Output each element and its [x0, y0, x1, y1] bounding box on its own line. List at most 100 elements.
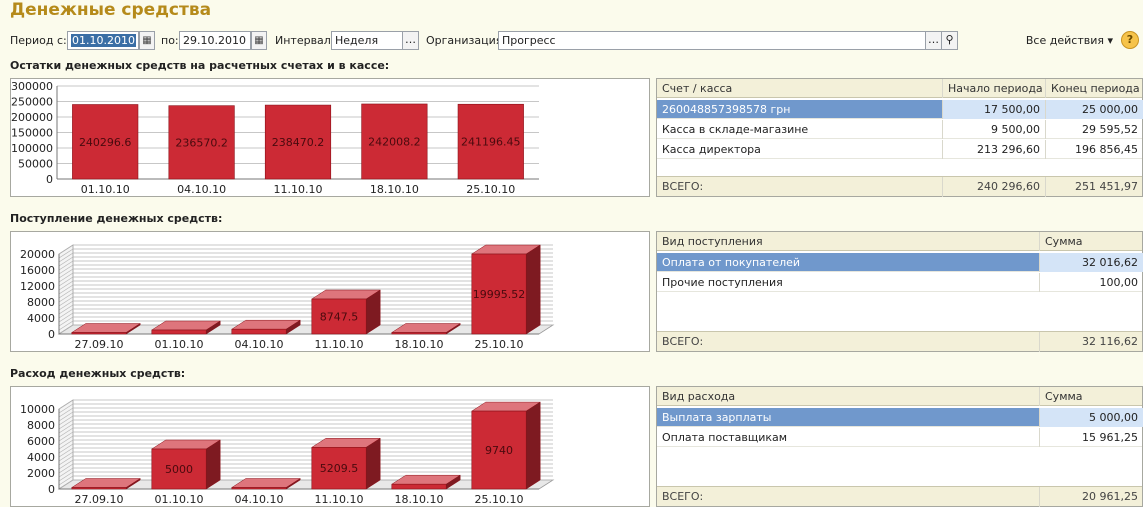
expense-table: Вид расхода Сумма Выплата зарплаты 5 000… — [656, 386, 1143, 507]
section-income-title: Поступление денежных средств: — [10, 212, 223, 225]
organization-input[interactable]: Прогресс — [498, 31, 926, 50]
bar — [151, 329, 207, 335]
table-header: Вид поступления Сумма — [657, 232, 1142, 251]
x-tick-label: 25.10.10 — [466, 183, 515, 196]
data-label: 9740 — [485, 444, 513, 457]
period-to-label: по: — [161, 34, 179, 47]
data-label: 240296.6 — [79, 136, 132, 149]
table-row[interactable]: Оплата поставщикам 15 961,25 — [657, 428, 1142, 447]
column-header-start[interactable]: Начало периода — [943, 79, 1046, 98]
all-actions-menu[interactable]: Все действия ▾ — [1026, 34, 1113, 47]
data-label: 8747.5 — [320, 311, 359, 324]
x-tick-label: 27.09.10 — [75, 338, 124, 351]
end-cell: 196 856,45 — [1046, 140, 1143, 159]
x-tick-label: 11.10.10 — [315, 493, 364, 506]
sum-cell: 15 961,25 — [1040, 428, 1143, 447]
x-tick-label: 01.10.10 — [81, 183, 130, 196]
sum-cell: 5 000,00 — [1040, 408, 1143, 427]
bar — [391, 332, 447, 335]
y-tick-label: 12000 — [20, 280, 55, 293]
period-from-input[interactable]: 01.10.2010 — [67, 31, 139, 50]
x-tick-label: 11.10.10 — [274, 183, 323, 196]
organization-choose-button[interactable]: … — [925, 31, 942, 50]
x-tick-label: 27.09.10 — [75, 493, 124, 506]
column-header-sum[interactable]: Сумма — [1040, 232, 1143, 251]
balances-table: Счет / касса Начало периода Конец период… — [656, 78, 1143, 197]
start-cell: 213 296,60 — [943, 140, 1046, 159]
y-tick-label: 8000 — [27, 419, 55, 432]
table-row[interactable]: Выплата зарплаты 5 000,00 — [657, 408, 1143, 427]
income-table: Вид поступления Сумма Оплата от покупате… — [656, 231, 1143, 352]
expense-type-cell: Оплата поставщикам — [657, 428, 1040, 447]
total-label: ВСЕГО: — [657, 332, 1040, 352]
bar — [71, 487, 127, 490]
calendar-icon[interactable]: ▦ — [139, 31, 155, 50]
interval-label: Интервал: — [275, 34, 335, 47]
start-cell: 9 500,00 — [943, 120, 1046, 139]
sum-cell: 100,00 — [1040, 273, 1143, 292]
period-from-value: 01.10.2010 — [71, 34, 136, 47]
x-tick-label: 01.10.10 — [155, 338, 204, 351]
table-row[interactable]: Касса в складе-магазине 9 500,00 29 595,… — [657, 120, 1142, 139]
x-tick-label: 11.10.10 — [315, 338, 364, 351]
total-start: 240 296,60 — [943, 177, 1046, 197]
y-tick-label: 50000 — [18, 158, 53, 171]
bar-side — [525, 244, 541, 335]
table-total-row: ВСЕГО: 20 961,25 — [657, 486, 1143, 507]
table-row[interactable]: Касса директора 213 296,60 196 856,45 — [657, 140, 1142, 159]
y-tick-label: 0 — [46, 173, 53, 186]
y-tick-label: 150000 — [11, 127, 53, 140]
help-icon[interactable]: ? — [1121, 31, 1139, 49]
total-sum: 20 961,25 — [1040, 487, 1143, 507]
search-icon[interactable]: ⚲ — [941, 31, 958, 50]
filter-bar: Период с: 01.10.2010 ▦ по: 29.10.2010 ▦ … — [0, 30, 1143, 52]
account-cell: 260048857398578 грн — [657, 100, 943, 119]
y-tick-label: 10000 — [20, 403, 55, 416]
calendar-icon[interactable]: ▦ — [251, 31, 267, 50]
y-tick-label: 8000 — [27, 296, 55, 309]
y-tick-label: 100000 — [11, 142, 53, 155]
table-header: Счет / касса Начало периода Конец период… — [657, 79, 1142, 98]
column-header-account[interactable]: Счет / касса — [657, 79, 943, 98]
bar — [231, 487, 287, 490]
column-header-sum[interactable]: Сумма — [1040, 387, 1143, 406]
sum-cell: 32 016,62 — [1040, 253, 1143, 272]
table-row[interactable]: Оплата от покупателей 32 016,62 — [657, 253, 1143, 272]
data-label: 19995.52 — [473, 288, 526, 301]
income-chart-svg: 0 4000 8000 12000 16000 20000 27.09.10 01.10.10… — [20, 244, 555, 351]
x-tick-label: 01.10.10 — [155, 493, 204, 506]
data-label: 238470.2 — [272, 136, 325, 149]
section-balances-title: Остатки денежных средств на расчетных сч… — [10, 59, 390, 72]
account-cell: Касса директора — [657, 140, 943, 159]
bar-side — [365, 437, 381, 490]
total-end: 251 451,97 — [1046, 177, 1143, 197]
end-cell: 25 000,00 — [1046, 100, 1143, 119]
x-tick-label: 04.10.10 — [235, 338, 284, 351]
expense-chart: 0 2000 4000 6000 8000 10000 27.09.10 5000 01.10.… — [10, 386, 650, 507]
income-type-cell: Прочие поступления — [657, 273, 1040, 292]
column-header-end[interactable]: Конец периода — [1046, 79, 1143, 98]
total-sum: 32 116,62 — [1040, 332, 1143, 352]
table-row[interactable]: Прочие поступления 100,00 — [657, 273, 1142, 292]
y-tick-label: 200000 — [11, 111, 53, 124]
period-to-input[interactable]: 29.10.2010 — [179, 31, 251, 50]
balances-chart-svg: 0 50000 100000 150000 200000 250000 300000 2402… — [11, 80, 539, 196]
x-tick-label: 25.10.10 — [475, 493, 524, 506]
bar-side — [525, 401, 541, 490]
x-tick-label: 04.10.10 — [235, 493, 284, 506]
income-chart: 0 4000 8000 12000 16000 20000 27.09.10 01.10.10… — [10, 231, 650, 352]
y-tick-label: 4000 — [27, 451, 55, 464]
x-tick-label: 18.10.10 — [395, 493, 444, 506]
period-from-label: Период с: — [10, 34, 67, 47]
table-row[interactable]: 260048857398578 грн 17 500,00 25 000,00 — [657, 100, 1143, 119]
section-expense-title: Расход денежных средств: — [10, 367, 186, 380]
column-header-income-type[interactable]: Вид поступления — [657, 232, 1040, 251]
table-header: Вид расхода Сумма — [657, 387, 1142, 406]
interval-select[interactable]: Неделя — [331, 31, 403, 50]
total-label: ВСЕГО: — [657, 177, 943, 197]
data-label: 236570.2 — [175, 136, 228, 149]
interval-choose-button[interactable]: … — [402, 31, 419, 50]
y-tick-label: 0 — [48, 483, 55, 496]
y-tick-label: 6000 — [27, 435, 55, 448]
column-header-expense-type[interactable]: Вид расхода — [657, 387, 1040, 406]
